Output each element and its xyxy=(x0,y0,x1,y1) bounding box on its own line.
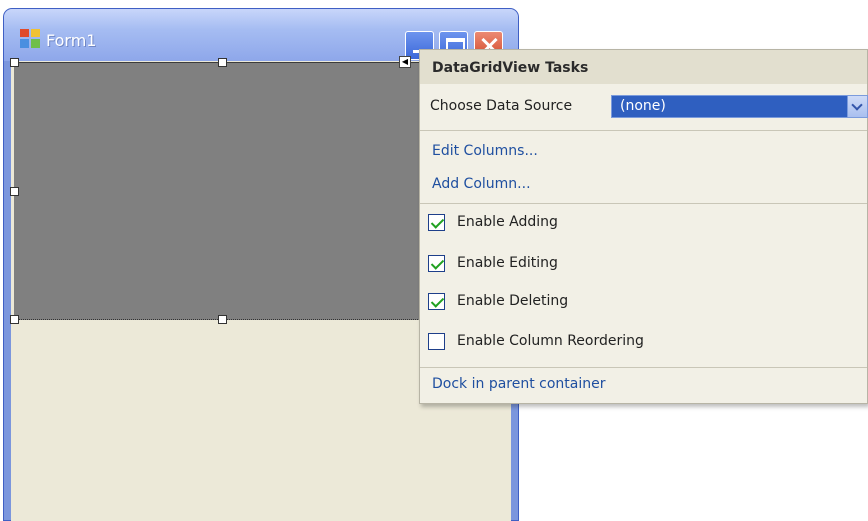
tasks-panel-header: DataGridView Tasks xyxy=(420,50,867,84)
tasks-panel: DataGridView Tasks Choose Data Source (n… xyxy=(419,49,868,404)
enable-adding-label: Enable Adding xyxy=(457,214,558,230)
form-icon xyxy=(20,29,40,48)
enable-deleting-label: Enable Deleting xyxy=(457,293,569,309)
window-title: Form1 xyxy=(46,31,97,50)
data-grid-view[interactable] xyxy=(14,62,420,320)
data-source-label: Choose Data Source xyxy=(430,98,573,114)
edit-columns-link[interactable]: Edit Columns... xyxy=(432,143,538,159)
chevron-down-icon[interactable] xyxy=(847,96,867,117)
dock-in-parent-link[interactable]: Dock in parent container xyxy=(432,376,606,392)
enable-column-reordering-label: Enable Column Reordering xyxy=(457,333,644,349)
resize-handle-bottom-left[interactable] xyxy=(10,315,19,324)
enable-deleting-checkbox[interactable] xyxy=(428,293,445,310)
selection-border xyxy=(14,319,420,320)
enable-column-reordering-checkbox[interactable] xyxy=(428,333,445,350)
divider xyxy=(420,130,867,131)
resize-handle-top-center[interactable] xyxy=(218,58,227,67)
resize-handle-top-left[interactable] xyxy=(10,58,19,67)
resize-handle-middle-left[interactable] xyxy=(10,187,19,196)
resize-handle-bottom-center[interactable] xyxy=(218,315,227,324)
add-column-link[interactable]: Add Column... xyxy=(432,176,531,192)
data-source-dropdown[interactable]: (none) xyxy=(611,95,868,118)
enable-editing-label: Enable Editing xyxy=(457,255,558,271)
enable-editing-checkbox[interactable] xyxy=(428,255,445,272)
enable-adding-checkbox[interactable] xyxy=(428,214,445,231)
smart-tag-glyph-icon[interactable]: ◀ xyxy=(399,56,411,68)
divider xyxy=(420,203,867,204)
divider xyxy=(420,367,867,368)
tasks-panel-title: DataGridView Tasks xyxy=(432,60,589,76)
data-source-value: (none) xyxy=(620,98,666,114)
